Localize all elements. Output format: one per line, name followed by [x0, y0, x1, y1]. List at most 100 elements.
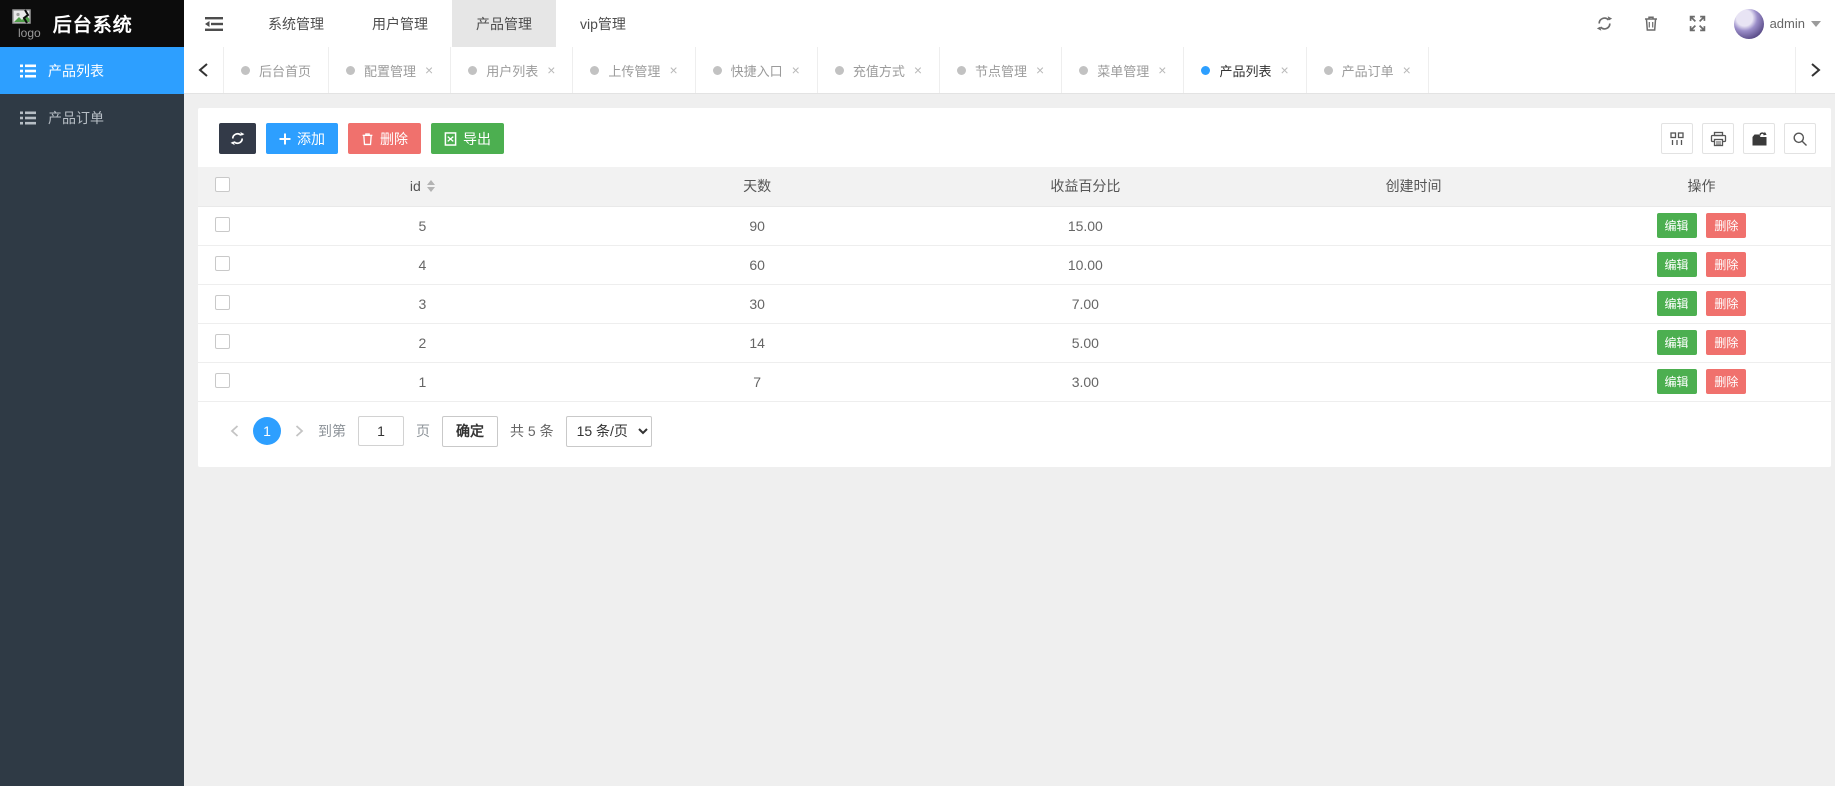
- cell-id: 3: [246, 284, 599, 323]
- tab-status-dot-icon: [835, 66, 844, 75]
- top-navbar: 系统管理 用户管理 产品管理 vip管理: [184, 0, 1835, 47]
- row-checkbox[interactable]: [215, 256, 230, 271]
- sort-icon[interactable]: [427, 180, 435, 192]
- broken-logo-image: logo: [12, 9, 41, 39]
- fullscreen-button[interactable]: [1687, 13, 1708, 34]
- cell-days: 7: [599, 362, 916, 401]
- row-checkbox[interactable]: [215, 295, 230, 310]
- tabs-scroll-right-button[interactable]: [1795, 47, 1835, 93]
- tab[interactable]: 配置管理 ×: [329, 47, 451, 93]
- tab-close-icon[interactable]: ×: [547, 62, 555, 78]
- tab[interactable]: 菜单管理 ×: [1062, 47, 1184, 93]
- top-menu-item-3[interactable]: 产品管理: [452, 0, 556, 47]
- tab[interactable]: 上传管理 ×: [573, 47, 695, 93]
- tab-close-icon[interactable]: ×: [1403, 62, 1411, 78]
- edit-button[interactable]: 编辑: [1657, 330, 1697, 355]
- sidebar-item-2[interactable]: 产品订单: [0, 94, 184, 141]
- edit-button[interactable]: 编辑: [1657, 213, 1697, 238]
- batch-delete-button[interactable]: 删除: [348, 123, 421, 154]
- search-button[interactable]: [1784, 123, 1816, 154]
- cell-created: [1255, 284, 1572, 323]
- row-checkbox[interactable]: [215, 373, 230, 388]
- plus-icon: [279, 133, 291, 145]
- tab[interactable]: 节点管理 ×: [940, 47, 1062, 93]
- sidebar-item-label: 产品列表: [48, 61, 104, 81]
- file-export-icon: [444, 132, 457, 146]
- tab-status-dot-icon: [590, 66, 599, 75]
- cell-percent: 3.00: [916, 362, 1256, 401]
- tab[interactable]: 产品列表 ×: [1184, 47, 1306, 93]
- cell-percent: 7.00: [916, 284, 1256, 323]
- sidebar-item-1[interactable]: 产品列表: [0, 47, 184, 94]
- tab-status-dot-icon: [241, 66, 250, 75]
- tabs-scroll-left-button[interactable]: [184, 47, 224, 93]
- delete-button[interactable]: 删除: [1706, 252, 1746, 277]
- table-header: id 天数 收益百分比 创建时间 操作: [198, 167, 1831, 206]
- table-row: 1 7 3.00 编辑 删除: [198, 362, 1831, 401]
- goto-page-input[interactable]: [358, 416, 404, 446]
- tab-status-dot-icon: [1324, 66, 1333, 75]
- edit-button[interactable]: 编辑: [1657, 291, 1697, 316]
- export-button[interactable]: 导出: [431, 123, 504, 154]
- row-checkbox[interactable]: [215, 334, 230, 349]
- table-toolbar: 添加 删除: [198, 108, 1831, 167]
- pagination: 1 到第 页 确定 共 5 条 15 条/页: [228, 416, 1816, 447]
- delete-button[interactable]: 删除: [1706, 291, 1746, 316]
- list-icon: [20, 64, 36, 78]
- delete-button[interactable]: 删除: [1706, 330, 1746, 355]
- printer-icon: [1710, 131, 1727, 147]
- tab[interactable]: 快捷入口 ×: [696, 47, 818, 93]
- current-page-indicator[interactable]: 1: [253, 417, 281, 445]
- logo-alt-text: logo: [18, 27, 41, 39]
- clear-cache-button[interactable]: [1641, 13, 1661, 34]
- tab[interactable]: 充值方式 ×: [818, 47, 940, 93]
- chevron-left-icon: [230, 425, 239, 437]
- column-header-days: 天数: [599, 167, 916, 206]
- cell-created: [1255, 206, 1572, 245]
- select-all-checkbox[interactable]: [215, 177, 230, 192]
- tab-close-icon[interactable]: ×: [1158, 62, 1166, 78]
- top-menu-item-2[interactable]: 用户管理: [348, 0, 452, 47]
- tab-close-icon[interactable]: ×: [425, 62, 433, 78]
- chevron-right-icon: [295, 425, 304, 437]
- menu-fold-icon: [205, 16, 223, 32]
- user-dropdown[interactable]: admin: [1734, 9, 1821, 39]
- prev-page-button[interactable]: [228, 425, 241, 437]
- sidebar-collapse-button[interactable]: [184, 0, 244, 47]
- tab-label: 用户列表: [486, 61, 538, 80]
- tab[interactable]: 用户列表 ×: [451, 47, 573, 93]
- print-button[interactable]: [1702, 123, 1734, 154]
- tab-label: 产品列表: [1219, 61, 1271, 80]
- tab-label: 后台首页: [259, 61, 311, 80]
- add-button[interactable]: 添加: [266, 123, 338, 154]
- trash-icon: [361, 132, 374, 146]
- row-checkbox[interactable]: [215, 217, 230, 232]
- tab[interactable]: 后台首页: [224, 47, 329, 93]
- column-header-id: id: [410, 178, 421, 194]
- export-data-button[interactable]: [1743, 123, 1775, 154]
- refresh-button[interactable]: [1594, 13, 1615, 34]
- table-row: 4 60 10.00 编辑 删除: [198, 245, 1831, 284]
- goto-confirm-button[interactable]: 确定: [442, 416, 498, 447]
- tab-close-icon[interactable]: ×: [1036, 62, 1044, 78]
- cell-id: 2: [246, 323, 599, 362]
- cell-days: 60: [599, 245, 916, 284]
- tab-status-dot-icon: [1201, 66, 1210, 75]
- top-menu-item-1[interactable]: 系统管理: [244, 0, 348, 47]
- batch-delete-button-label: 删除: [380, 129, 408, 149]
- tab-close-icon[interactable]: ×: [1280, 62, 1288, 78]
- edit-button[interactable]: 编辑: [1657, 252, 1697, 277]
- top-menu-item-4[interactable]: vip管理: [556, 0, 650, 47]
- delete-button[interactable]: 删除: [1706, 213, 1746, 238]
- tab-close-icon[interactable]: ×: [669, 62, 677, 78]
- per-page-select[interactable]: 15 条/页: [566, 416, 652, 447]
- column-header-actions: 操作: [1572, 167, 1831, 206]
- table-refresh-button[interactable]: [219, 123, 256, 154]
- tab-close-icon[interactable]: ×: [914, 62, 922, 78]
- next-page-button[interactable]: [293, 425, 306, 437]
- toggle-columns-button[interactable]: [1661, 123, 1693, 154]
- delete-button[interactable]: 删除: [1706, 369, 1746, 394]
- tab[interactable]: 产品订单 ×: [1307, 47, 1429, 93]
- edit-button[interactable]: 编辑: [1657, 369, 1697, 394]
- tab-close-icon[interactable]: ×: [792, 62, 800, 78]
